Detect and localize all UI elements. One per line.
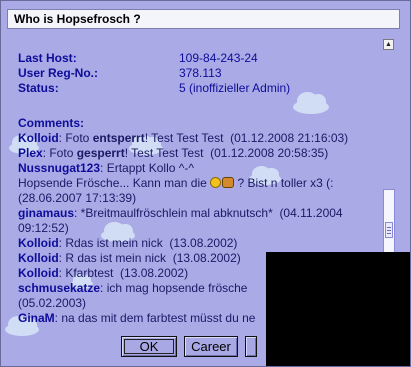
status-label: Status <box>18 81 55 95</box>
comment-line: Kolloid: Foto entsperrt! Test Test Test … <box>18 131 383 146</box>
status-value: 5 (inoffizieller Admin) <box>179 81 291 95</box>
career-button[interactable]: Career <box>184 336 238 357</box>
ok-button[interactable]: OK <box>121 336 177 357</box>
comment-text: : Kfarbtest (13.08.2002) <box>58 266 189 280</box>
info-row-reg-no: User Reg-No.: 378.113 <box>18 66 222 80</box>
scrollbar-thumb[interactable] <box>385 222 393 238</box>
comment-line: 09:12:52) <box>18 221 383 236</box>
burger-icon <box>222 177 235 188</box>
dialog-title: Who is Hopsefrosch ? <box>7 9 400 29</box>
comment-text: : Foto <box>58 131 93 145</box>
comment-username[interactable]: Nussnugat123 <box>18 161 100 175</box>
smiley-icon <box>210 177 222 188</box>
comment-text: : *Breitmaulfröschlein mal abknutsch* (0… <box>74 206 343 220</box>
comment-username[interactable]: Kolloid <box>18 236 59 250</box>
reg-no-label: User Reg-No. <box>18 66 95 80</box>
obscured-region <box>266 252 410 366</box>
comment-line: (28.06.2007 17:13:39) <box>18 191 383 206</box>
comment-username[interactable]: Kolloid <box>18 251 59 265</box>
comment-text: : na das mit dem farbtest müsst du ne <box>54 311 256 325</box>
comment-username[interactable]: Kolloid <box>18 266 59 280</box>
last-host-value: 109-84-243-24 <box>179 51 258 65</box>
comment-username[interactable]: Plex <box>18 146 43 160</box>
reg-no-value: 378.113 <box>179 66 222 80</box>
comment-text: : Ertappt Kollo ^-^ <box>100 161 194 175</box>
more-button[interactable] <box>245 336 257 357</box>
last-host-label: Last Host <box>18 51 73 65</box>
comment-line: Hopsende Frösche... Kann man die ? Bist … <box>18 176 383 191</box>
comment-text: : ich mag hopsende frösche <box>100 281 248 295</box>
info-row-status: Status: 5 (inoffizieller Admin) <box>18 81 291 95</box>
comment-text: (28.06.2007 17:13:39) <box>18 191 137 205</box>
comment-emphasis: entsperrt <box>92 131 145 145</box>
comment-text: : Foto <box>42 146 77 160</box>
scroll-up-arrow[interactable]: ▲ <box>383 39 394 50</box>
comment-text: (05.02.2003) <box>18 296 87 310</box>
comment-text-tail: ? Bist n toller x3 (: <box>234 176 334 190</box>
info-row-last-host: Last Host: 109-84-243-24 <box>18 51 258 65</box>
comment-line: ginamaus: *Breitmaulfröschlein mal abknu… <box>18 206 383 221</box>
comment-username[interactable]: schmusekatze <box>18 281 100 295</box>
comment-text-tail: ! Test Test Test (01.12.2008 21:16:03) <box>144 131 349 145</box>
who-is-dialog: Who is Hopsefrosch ? ▲ Last Host: 109-84… <box>0 0 411 367</box>
dialog-buttons: OK Career <box>121 336 257 357</box>
comment-username[interactable]: ginamaus <box>18 206 74 220</box>
comment-line: Plex: Foto gesperrt! Test Test Test (01.… <box>18 146 383 161</box>
comment-text: 09:12:52) <box>18 221 69 235</box>
comment-text: Hopsende Frösche... Kann man die <box>18 176 211 190</box>
comment-text-tail: ! Test Test Test (01.12.2008 20:58:35) <box>124 146 329 160</box>
comment-emphasis: gesperrt <box>76 146 125 160</box>
comment-line: Kolloid: Rdas ist mein nick (13.08.2002) <box>18 236 383 251</box>
comment-text: : R das ist mein nick (13.08.2002) <box>58 251 241 265</box>
comment-text: : Rdas ist mein nick (13.08.2002) <box>58 236 238 250</box>
comment-username[interactable]: Kolloid <box>18 131 59 145</box>
comments-heading: Comments: <box>18 116 85 130</box>
comment-line: Nussnugat123: Ertappt Kollo ^-^ <box>18 161 383 176</box>
comment-username[interactable]: GinaM <box>18 311 55 325</box>
